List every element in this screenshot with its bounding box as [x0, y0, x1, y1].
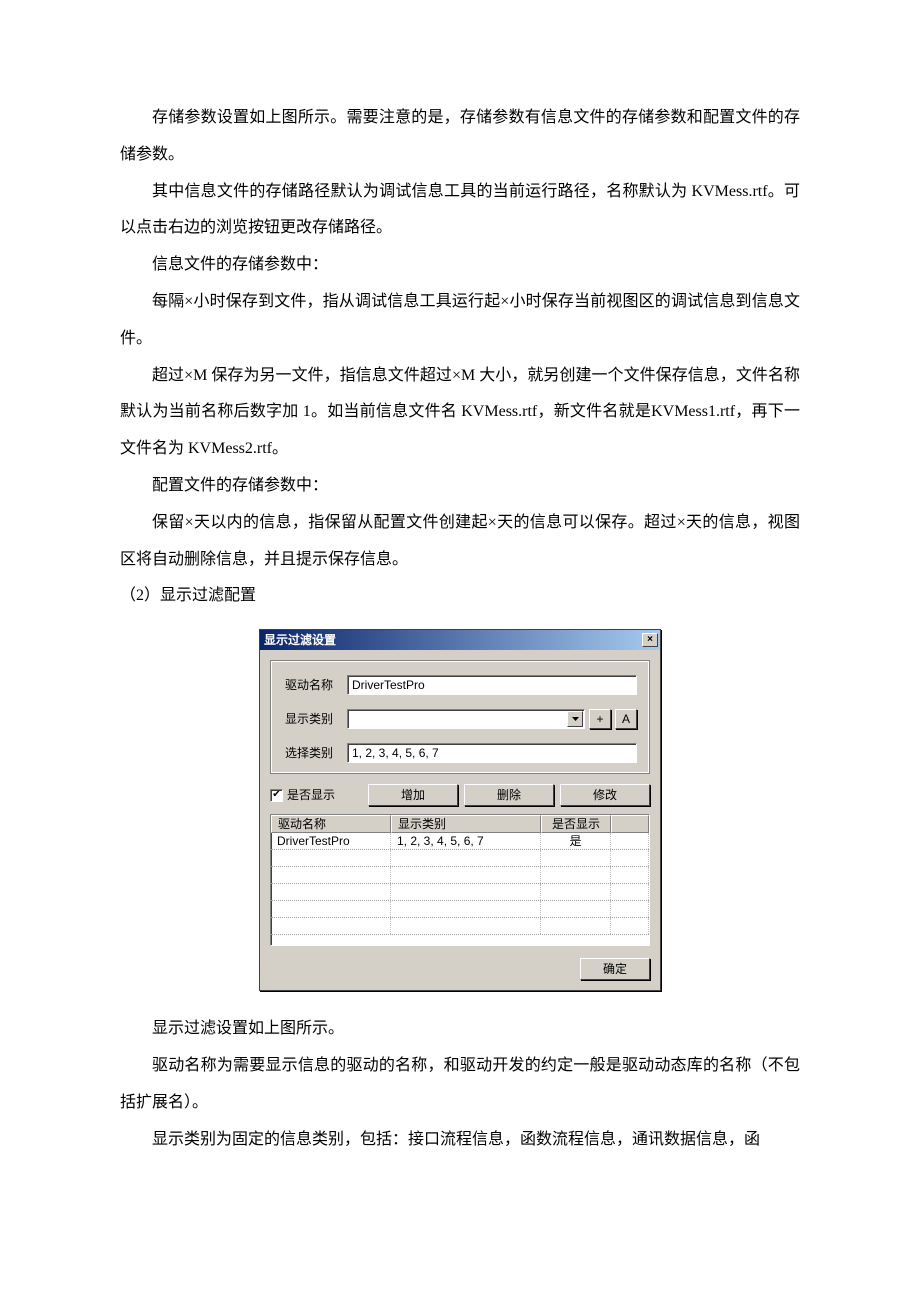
- list-row-empty: [271, 901, 649, 918]
- cell-spacer: [611, 833, 649, 849]
- cell-display-type: 1, 2, 3, 4, 5, 6, 7: [391, 833, 541, 849]
- list-row-empty: [271, 867, 649, 884]
- paragraph: 保留×天以内的信息，指保留从配置文件创建起×天的信息可以保存。超过×天的信息，视…: [120, 505, 800, 579]
- select-type-input[interactable]: 1, 2, 3, 4, 5, 6, 7: [347, 743, 637, 763]
- close-button[interactable]: ×: [642, 633, 658, 647]
- cell-is-show: 是: [541, 833, 611, 849]
- display-type-label: 显示类别: [283, 712, 347, 726]
- paragraph: 显示过滤设置如上图所示。: [120, 1011, 800, 1048]
- show-checkbox-label: 是否显示: [287, 788, 335, 802]
- list-row-empty: [271, 884, 649, 901]
- column-spacer: [611, 815, 649, 833]
- section-heading: （2）显示过滤配置: [120, 578, 800, 615]
- driver-name-input[interactable]: DriverTestPro: [347, 675, 637, 695]
- column-driver-name[interactable]: 驱动名称: [271, 815, 391, 833]
- a-button[interactable]: A: [615, 709, 637, 729]
- column-display-type[interactable]: 显示类别: [391, 815, 541, 833]
- paragraph: 信息文件的存储参数中：: [120, 247, 800, 284]
- paragraph: 每隔×小时保存到文件，指从调试信息工具运行起×小时保存当前视图区的调试信息到信息…: [120, 284, 800, 358]
- dialog-title: 显示过滤设置: [264, 633, 642, 647]
- driver-name-label: 驱动名称: [283, 678, 347, 692]
- modify-button[interactable]: 修改: [560, 784, 650, 806]
- filter-listview[interactable]: 驱动名称 显示类别 是否显示 DriverTestPro 1, 2, 3, 4,…: [270, 814, 650, 946]
- column-is-show[interactable]: 是否显示: [541, 815, 611, 833]
- display-type-combobox[interactable]: [347, 709, 585, 729]
- add-button[interactable]: 增加: [368, 784, 458, 806]
- filter-settings-dialog: 显示过滤设置 × 驱动名称 DriverTestPro 显示类别 +: [259, 629, 661, 991]
- plus-button[interactable]: +: [589, 709, 611, 729]
- show-checkbox[interactable]: ✔ 是否显示: [270, 788, 362, 802]
- paragraph: 超过×M 保存为另一文件，指信息文件超过×M 大小，就另创建一个文件保存信息，文…: [120, 358, 800, 468]
- paragraph: 驱动名称为需要显示信息的驱动的名称，和驱动开发的约定一般是驱动动态库的名称（不包…: [120, 1048, 800, 1122]
- paragraph: 存储参数设置如上图所示。需要注意的是，存储参数有信息文件的存储参数和配置文件的存…: [120, 100, 800, 174]
- select-type-label: 选择类别: [283, 746, 347, 760]
- chevron-down-icon[interactable]: [567, 711, 583, 727]
- delete-button[interactable]: 删除: [464, 784, 554, 806]
- checkbox-icon: ✔: [270, 789, 283, 802]
- cell-driver-name: DriverTestPro: [271, 833, 391, 849]
- dialog-titlebar: 显示过滤设置 ×: [260, 630, 660, 650]
- paragraph: 配置文件的存储参数中：: [120, 468, 800, 505]
- ok-button[interactable]: 确定: [580, 958, 650, 980]
- listview-header: 驱动名称 显示类别 是否显示: [271, 815, 649, 833]
- paragraph: 其中信息文件的存储路径默认为调试信息工具的当前运行路径，名称默认为 KVMess…: [120, 174, 800, 248]
- list-row-empty: [271, 850, 649, 867]
- form-group: 驱动名称 DriverTestPro 显示类别 + A 选择类别: [270, 660, 650, 774]
- display-type-value: [348, 710, 566, 728]
- list-row[interactable]: DriverTestPro 1, 2, 3, 4, 5, 6, 7 是: [271, 833, 649, 850]
- paragraph: 显示类别为固定的信息类别，包括：接口流程信息，函数流程信息，通讯数据信息，函: [120, 1122, 800, 1159]
- list-row-empty: [271, 918, 649, 935]
